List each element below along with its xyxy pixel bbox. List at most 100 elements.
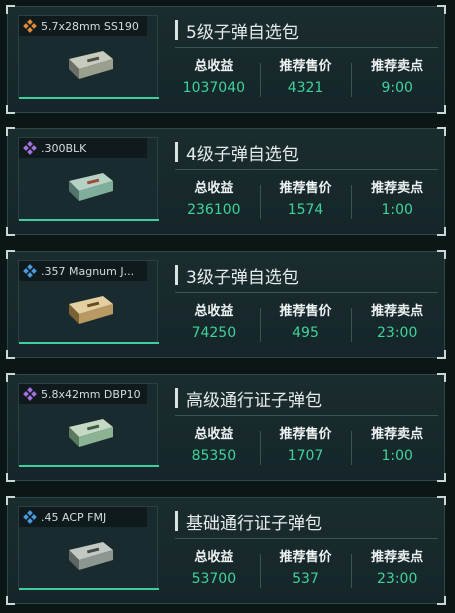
corner-bracket — [6, 5, 15, 14]
time-value: 23:00 — [377, 571, 418, 587]
ammo-card[interactable]: .357 Magnum J... 3级子弹自选包 总收益 74250 推荐售价 … — [6, 250, 446, 359]
ammo-box-icon — [69, 173, 113, 201]
corner-bracket — [6, 127, 15, 136]
item-name: 5.7x28mm SS190 — [41, 19, 139, 33]
time-stat: 推荐卖点 23:00 — [351, 548, 443, 592]
corner-bracket — [437, 250, 446, 259]
title-bar — [175, 388, 178, 408]
title-bar — [175, 142, 178, 162]
ammo-card[interactable]: 5.7x28mm SS190 5级子弹自选包 总收益 1037040 推荐售价 … — [6, 5, 446, 114]
price-label: 推荐售价 — [279, 181, 332, 196]
divider — [175, 538, 438, 539]
item-name: 5.8x42mm DBP10 — [41, 387, 141, 401]
price-value: 1574 — [287, 202, 324, 218]
time-value: 1:00 — [381, 202, 413, 218]
ammo-box-icon — [69, 419, 113, 447]
corner-bracket — [437, 596, 446, 605]
stats-row: 总收益 1037040 推荐售价 4321 推荐卖点 9:00 — [168, 57, 443, 101]
time-value: 23:00 — [377, 325, 418, 341]
item-label: 5.8x42mm DBP10 — [19, 384, 147, 404]
thumb-underline — [19, 588, 159, 590]
title-row: 基础通行证子弹包 — [175, 508, 322, 534]
time-label: 推荐卖点 — [371, 427, 424, 442]
ammo-box-icon — [69, 296, 113, 324]
title-row: 3级子弹自选包 — [175, 262, 299, 288]
thumb-underline — [19, 465, 159, 467]
corner-bracket — [6, 350, 15, 359]
blue-gem-icon — [23, 510, 37, 524]
item-thumbnail[interactable]: 5.7x28mm SS190 — [18, 15, 159, 99]
corner-bracket — [437, 373, 446, 382]
price-value: 1707 — [287, 448, 324, 464]
revenue-label: 总收益 — [194, 304, 234, 319]
item-label: .300BLK — [19, 138, 147, 158]
item-thumbnail[interactable]: .300BLK — [18, 137, 159, 221]
revenue-stat: 总收益 53700 — [168, 548, 260, 592]
price-stat: 推荐售价 1574 — [259, 179, 352, 223]
revenue-label: 总收益 — [194, 427, 234, 442]
title-row: 高级通行证子弹包 — [175, 385, 322, 411]
revenue-label: 总收益 — [194, 181, 234, 196]
time-label: 推荐卖点 — [371, 304, 424, 319]
price-value: 4321 — [287, 80, 324, 96]
price-value: 495 — [292, 325, 319, 341]
price-stat: 推荐售价 4321 — [259, 57, 352, 101]
price-label: 推荐售价 — [279, 550, 332, 565]
item-label: .357 Magnum J... — [19, 261, 147, 281]
item-name: .300BLK — [41, 141, 87, 155]
revenue-stat: 总收益 74250 — [168, 302, 260, 346]
corner-bracket — [437, 227, 446, 236]
item-label: 5.7x28mm SS190 — [19, 16, 147, 36]
title-bar — [175, 265, 178, 285]
time-label: 推荐卖点 — [371, 550, 424, 565]
divider — [175, 169, 438, 170]
pack-title: 5级子弹自选包 — [186, 22, 299, 43]
ammo-card[interactable]: .300BLK 4级子弹自选包 总收益 236100 推荐售价 1574 推荐卖… — [6, 127, 446, 236]
price-stat: 推荐售价 495 — [259, 302, 352, 346]
revenue-label: 总收益 — [194, 59, 234, 74]
divider — [175, 292, 438, 293]
time-label: 推荐卖点 — [371, 181, 424, 196]
item-thumbnail[interactable]: .357 Magnum J... — [18, 260, 159, 344]
stats-row: 总收益 85350 推荐售价 1707 推荐卖点 1:00 — [168, 425, 443, 469]
corner-bracket — [437, 473, 446, 482]
price-label: 推荐售价 — [279, 304, 332, 319]
title-row: 4级子弹自选包 — [175, 139, 299, 165]
item-thumbnail[interactable]: .45 ACP FMJ — [18, 506, 159, 590]
corner-bracket — [6, 227, 15, 236]
thumb-underline — [19, 342, 159, 344]
corner-bracket — [6, 496, 15, 505]
price-value: 537 — [292, 571, 319, 587]
corner-bracket — [437, 496, 446, 505]
revenue-value: 74250 — [191, 325, 237, 341]
pack-title: 3级子弹自选包 — [186, 267, 299, 288]
revenue-value: 236100 — [187, 202, 241, 218]
orange-gem-icon — [23, 19, 37, 33]
revenue-label: 总收益 — [194, 550, 234, 565]
price-label: 推荐售价 — [279, 59, 332, 74]
stats-row: 总收益 236100 推荐售价 1574 推荐卖点 1:00 — [168, 179, 443, 223]
thumb-underline — [19, 219, 159, 221]
price-stat: 推荐售价 537 — [259, 548, 352, 592]
title-bar — [175, 511, 178, 531]
stats-row: 总收益 53700 推荐售价 537 推荐卖点 23:00 — [168, 548, 443, 592]
purple-gem-icon — [23, 141, 37, 155]
revenue-value: 85350 — [191, 448, 237, 464]
pack-title: 4级子弹自选包 — [186, 144, 299, 165]
revenue-stat: 总收益 236100 — [168, 179, 260, 223]
corner-bracket — [6, 250, 15, 259]
time-label: 推荐卖点 — [371, 59, 424, 74]
item-name: .45 ACP FMJ — [41, 510, 107, 524]
ammo-card[interactable]: 5.8x42mm DBP10 高级通行证子弹包 总收益 85350 推荐售价 1… — [6, 373, 446, 482]
title-row: 5级子弹自选包 — [175, 17, 299, 43]
divider — [175, 47, 438, 48]
time-stat: 推荐卖点 9:00 — [351, 57, 443, 101]
divider — [175, 415, 438, 416]
pack-title: 高级通行证子弹包 — [186, 390, 322, 411]
corner-bracket — [437, 127, 446, 136]
corner-bracket — [437, 350, 446, 359]
corner-bracket — [6, 105, 15, 114]
item-thumbnail[interactable]: 5.8x42mm DBP10 — [18, 383, 159, 467]
ammo-card[interactable]: .45 ACP FMJ 基础通行证子弹包 总收益 53700 推荐售价 537 … — [6, 496, 446, 605]
corner-bracket — [6, 373, 15, 382]
